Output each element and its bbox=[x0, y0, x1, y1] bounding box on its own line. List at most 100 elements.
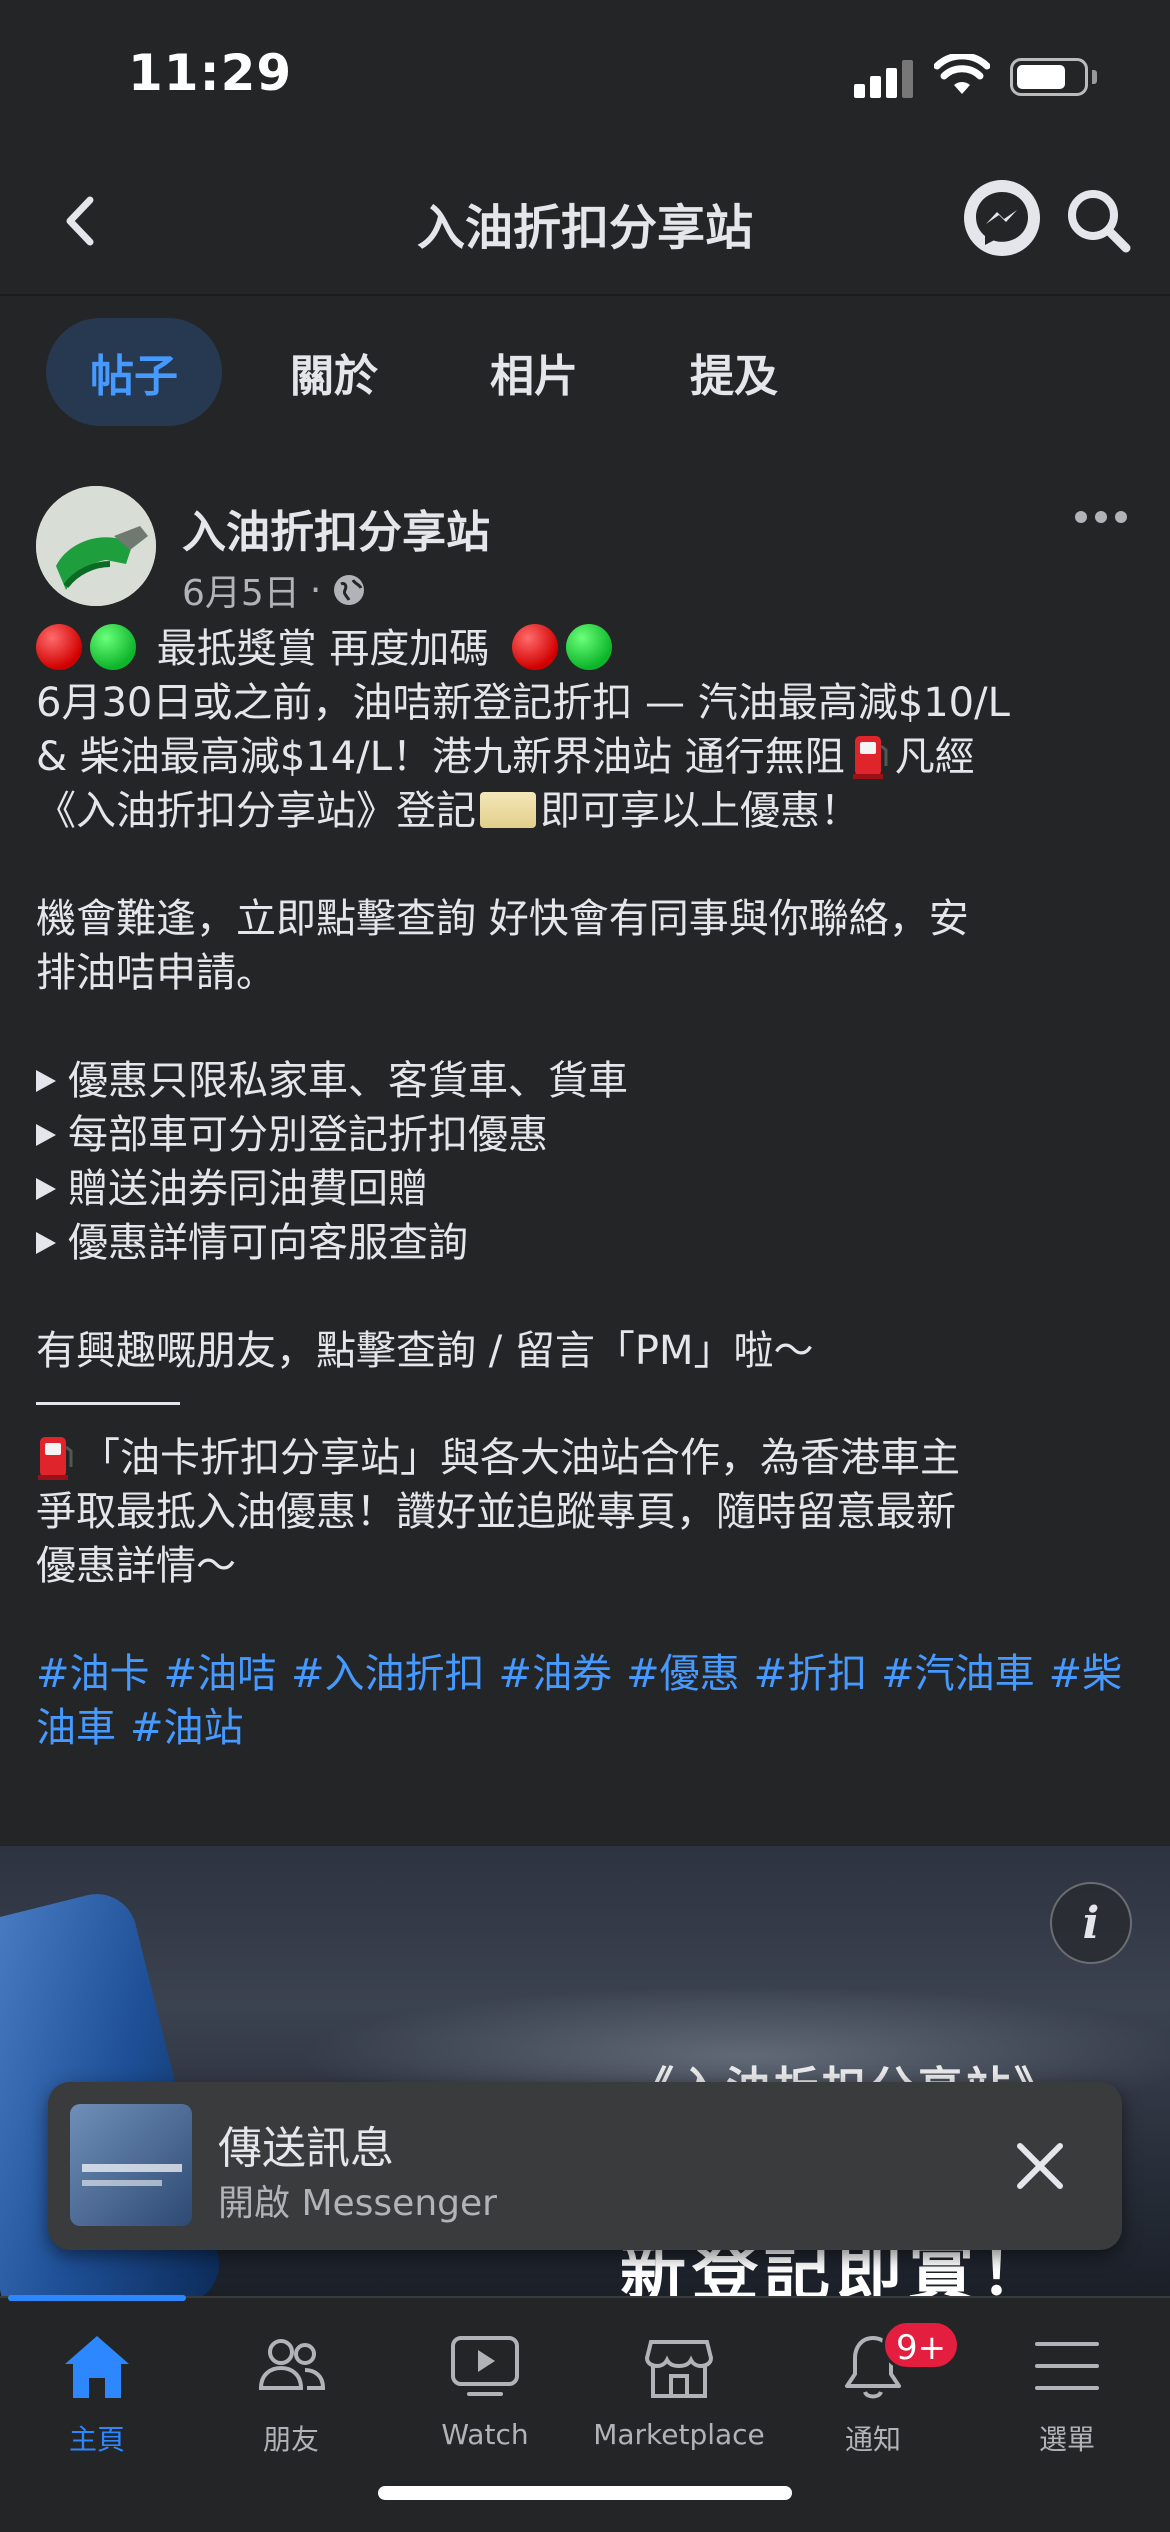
watch-icon bbox=[451, 2336, 519, 2396]
toast-close-button[interactable] bbox=[1010, 2136, 1070, 2196]
pointer-arrow-icon bbox=[36, 1178, 56, 1200]
hashtag-link[interactable]: #油站 bbox=[130, 1705, 244, 1751]
credit-card-emoji-icon bbox=[480, 792, 536, 828]
search-button[interactable] bbox=[1060, 182, 1136, 258]
red-circle-emoji-icon bbox=[36, 624, 82, 670]
marketplace-icon bbox=[644, 2340, 714, 2398]
post-line: 爭取最抵入油優惠！讚好並追蹤專頁，隨時留意最新 bbox=[36, 1489, 956, 1535]
fuel-pump-emoji-icon bbox=[852, 736, 888, 779]
hashtag-link[interactable]: #汽油車 bbox=[881, 1651, 1035, 1697]
pointer-arrow-icon bbox=[36, 1232, 56, 1254]
status-time: 11:29 bbox=[128, 44, 293, 102]
info-icon: i bbox=[1082, 1897, 1100, 1949]
fuel-nozzle-avatar-icon bbox=[36, 486, 156, 606]
post-author-name[interactable]: 入油折扣分享站 bbox=[182, 496, 490, 560]
active-tab-indicator bbox=[8, 2295, 186, 2301]
text-divider bbox=[36, 1402, 180, 1405]
friends-icon bbox=[258, 2339, 326, 2390]
post-line-text: 「油卡折扣分享站」與各大油站合作，為香港車主 bbox=[80, 1435, 960, 1481]
post-line-text: 《入油折扣分享站》登記 bbox=[36, 788, 476, 834]
battery-cap bbox=[1092, 70, 1097, 84]
post-line: 排油咭申請。 bbox=[36, 950, 276, 996]
post-cta: 有興趣嘅朋友，點擊查詢 / 留言「PM」啦～ bbox=[36, 1328, 814, 1374]
toast-title: 傳送訊息 bbox=[218, 2123, 394, 2174]
nav-label: 通知 bbox=[844, 2423, 901, 2456]
pointer-arrow-icon bbox=[36, 1070, 56, 1092]
post-meta: 6月5日 · bbox=[182, 564, 367, 616]
hashtag-link[interactable]: #油咭 bbox=[164, 1651, 278, 1697]
post-line: 最抵獎賞 再度加碼 bbox=[36, 622, 1136, 676]
bullet-text: 每部車可分別登記折扣優惠 bbox=[68, 1112, 548, 1158]
meta-separator: · bbox=[309, 569, 322, 611]
cellular-signal-icon bbox=[854, 58, 914, 98]
home-indicator[interactable] bbox=[378, 2486, 792, 2500]
messenger-button[interactable] bbox=[964, 180, 1040, 256]
nav-label: 主頁 bbox=[68, 2423, 125, 2456]
post-line: & 柴油最高減$14/L！港九新界油站 通行無阻 凡經 bbox=[36, 730, 1136, 784]
wifi-icon bbox=[934, 54, 990, 94]
hashtag-link[interactable]: #折扣 bbox=[754, 1651, 868, 1697]
post-line: 6月30日或之前，油咭新登記折扣 — 汽油最高減$10/L bbox=[36, 680, 1010, 726]
bullet-item: 優惠只限私家車、客貨車、貨車 bbox=[36, 1054, 1136, 1108]
green-circle-emoji-icon bbox=[90, 624, 136, 670]
nav-home[interactable]: 主頁 bbox=[0, 2328, 194, 2458]
bullet-item: 贈送油券同油費回贈 bbox=[36, 1162, 1136, 1216]
post-line-text: & 柴油最高減$14/L！港九新界油站 通行無阻 bbox=[36, 734, 845, 780]
fuel-pump-emoji-icon bbox=[38, 1437, 73, 1480]
more-dot-icon bbox=[1115, 511, 1127, 523]
post-date[interactable]: 6月5日 bbox=[182, 564, 300, 616]
post-header: 入油折扣分享站 6月5日 · bbox=[36, 486, 1136, 614]
battery-icon bbox=[1010, 58, 1088, 96]
toast-thumbnail bbox=[70, 2104, 192, 2226]
notification-badge: 9+ bbox=[882, 2320, 960, 2370]
bullet-text: 優惠詳情可向客服查詢 bbox=[68, 1220, 468, 1266]
hashtag-link[interactable]: #優惠 bbox=[626, 1651, 740, 1697]
red-circle-emoji-icon bbox=[512, 624, 559, 670]
toast-subtitle: 開啟 Messenger bbox=[218, 2183, 497, 2224]
page-tabs: 帖子 關於 相片 提及 bbox=[46, 318, 822, 426]
bullet-item: 優惠詳情可向客服查詢 bbox=[36, 1216, 1136, 1270]
more-dot-icon bbox=[1075, 511, 1087, 523]
pointer-arrow-icon bbox=[36, 1124, 56, 1146]
nav-friends[interactable]: 朋友 bbox=[194, 2328, 388, 2458]
nav-label: Marketplace bbox=[593, 2418, 765, 2451]
bullet-text: 優惠只限私家車、客貨車、貨車 bbox=[68, 1058, 628, 1104]
nav-label: 朋友 bbox=[262, 2423, 319, 2456]
bullet-text: 贈送油券同油費回贈 bbox=[68, 1166, 428, 1212]
messenger-toast[interactable]: 傳送訊息 開啟 Messenger bbox=[48, 2082, 1122, 2250]
messenger-icon bbox=[976, 192, 1028, 245]
hashtag-list: #油卡 #油咭 #入油折扣 #油券 #優惠 #折扣 #汽油車 #柴油車 #油站 bbox=[36, 1647, 1136, 1755]
tab-posts[interactable]: 帖子 bbox=[46, 318, 222, 426]
nav-menu[interactable]: 選單 bbox=[970, 2328, 1164, 2458]
nav-watch[interactable]: Watch bbox=[388, 2328, 582, 2451]
hashtag-link[interactable]: #油券 bbox=[499, 1651, 613, 1697]
status-bar: 11:29 bbox=[0, 0, 1170, 150]
home-icon bbox=[65, 2336, 129, 2398]
page-avatar[interactable] bbox=[36, 486, 156, 606]
tab-mentions[interactable]: 提及 bbox=[646, 318, 822, 426]
nav-notifications[interactable]: 9+ 通知 bbox=[776, 2320, 970, 2458]
post-line: 機會難逢，立即點擊查詢 好快會有同事與你聯絡，安 bbox=[36, 896, 969, 942]
post-headline: 最抵獎賞 再度加碼 bbox=[156, 626, 490, 672]
hashtag-link[interactable]: #油卡 bbox=[36, 1651, 150, 1697]
post-line: 優惠詳情～ bbox=[36, 1543, 236, 1589]
bullet-item: 每部車可分別登記折扣優惠 bbox=[36, 1108, 1136, 1162]
more-dot-icon bbox=[1095, 511, 1107, 523]
tab-photos[interactable]: 相片 bbox=[446, 318, 622, 426]
ad-info-button[interactable]: i bbox=[1050, 1882, 1132, 1964]
post-line: 《入油折扣分享站》登記 即可享以上優惠！ bbox=[36, 784, 1136, 838]
tab-about[interactable]: 關於 bbox=[246, 318, 422, 426]
page-header: 入油折扣分享站 bbox=[0, 150, 1170, 296]
post-text: 最抵獎賞 再度加碼 6月30日或之前，油咭新登記折扣 — 汽油最高減$10/L … bbox=[36, 622, 1136, 1755]
nav-marketplace[interactable]: Marketplace bbox=[582, 2328, 776, 2451]
nav-label: 選單 bbox=[1038, 2423, 1095, 2456]
globe-icon bbox=[334, 575, 365, 605]
hashtag-link[interactable]: #入油折扣 bbox=[291, 1651, 485, 1697]
facebook-page-screen: 11:29 入油折扣分享站 帖子 關於 相片 提及 入油折扣分享站 6月5日 ·… bbox=[0, 0, 1170, 2532]
post-more-button[interactable] bbox=[1066, 502, 1136, 532]
green-circle-emoji-icon bbox=[566, 624, 613, 670]
